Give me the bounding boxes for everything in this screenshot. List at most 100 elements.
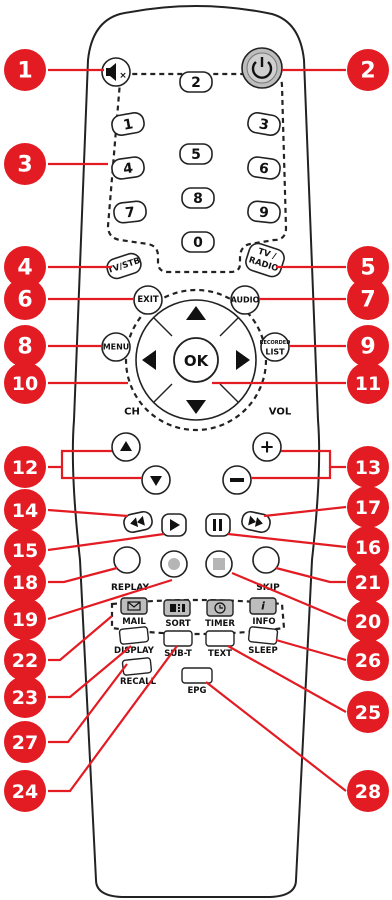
volume-down-button[interactable] bbox=[222, 465, 252, 495]
minus-icon bbox=[230, 478, 244, 482]
callout-number: 10 bbox=[12, 373, 38, 395]
exit-button[interactable]: EXIT bbox=[133, 285, 163, 315]
digit-key-9[interactable]: 9 bbox=[247, 200, 281, 224]
callout-1: 1 bbox=[4, 49, 46, 91]
digit-key-label: 9 bbox=[258, 205, 269, 222]
channel-up-button[interactable] bbox=[111, 432, 141, 462]
sort-button[interactable] bbox=[163, 599, 191, 617]
callout-number: 21 bbox=[355, 572, 381, 594]
epg-button[interactable] bbox=[181, 667, 213, 684]
callout-28: 28 bbox=[347, 770, 389, 812]
callout-number: 11 bbox=[355, 373, 381, 395]
callout-number: 16 bbox=[355, 537, 381, 559]
callout-number: 6 bbox=[17, 288, 32, 313]
callout-number: 20 bbox=[355, 611, 381, 633]
callout-10: 10 bbox=[4, 362, 46, 404]
replay-button[interactable] bbox=[113, 546, 141, 574]
callout-27: 27 bbox=[4, 721, 46, 763]
record-icon bbox=[168, 558, 180, 570]
text-label: TEXT bbox=[208, 649, 232, 659]
callout-6: 6 bbox=[4, 278, 46, 320]
info-button[interactable]: i bbox=[249, 597, 277, 615]
audio-label: AUDIO bbox=[231, 296, 260, 305]
callout-number: 3 bbox=[17, 153, 32, 178]
menu-button[interactable]: MENU bbox=[101, 332, 131, 362]
menu-label: MENU bbox=[103, 343, 130, 352]
callout-number: 13 bbox=[355, 457, 381, 479]
digit-key-8[interactable]: 8 bbox=[181, 187, 215, 209]
timer-button[interactable] bbox=[206, 599, 234, 617]
callout-number: 22 bbox=[12, 650, 38, 672]
recall-button[interactable] bbox=[121, 657, 153, 676]
mail-label: MAIL bbox=[122, 617, 146, 627]
digit-key-label: 5 bbox=[191, 147, 201, 163]
play-button[interactable] bbox=[161, 513, 187, 537]
callout-20: 20 bbox=[347, 600, 389, 642]
sort-label: SORT bbox=[165, 619, 191, 629]
pause-button[interactable] bbox=[205, 513, 231, 537]
exit-label: EXIT bbox=[137, 295, 159, 305]
callout-11: 11 bbox=[347, 362, 389, 404]
callout-25: 25 bbox=[347, 691, 389, 733]
digit-key-label: 0 bbox=[193, 235, 203, 251]
sub-t-button[interactable] bbox=[163, 630, 193, 647]
recorded-label-1: RECORDED bbox=[260, 340, 291, 346]
callout-19: 19 bbox=[4, 598, 46, 640]
display-button[interactable] bbox=[118, 626, 150, 645]
info-label: INFO bbox=[252, 617, 275, 627]
callout-number: 24 bbox=[12, 781, 38, 803]
callout-number: 25 bbox=[355, 702, 381, 724]
power-button[interactable] bbox=[241, 47, 283, 89]
text-button[interactable] bbox=[205, 630, 235, 647]
digit-key-label: 2 bbox=[191, 75, 201, 91]
callout-number: 4 bbox=[17, 256, 32, 281]
timer-label: TIMER bbox=[205, 619, 235, 629]
callout-number: 14 bbox=[12, 500, 38, 522]
callout-18: 18 bbox=[4, 561, 46, 603]
mute-x: × bbox=[119, 71, 127, 81]
callout-8: 8 bbox=[4, 325, 46, 367]
mute-button[interactable]: × bbox=[101, 57, 131, 87]
ok-button[interactable]: OK bbox=[173, 337, 219, 383]
sleep-button[interactable] bbox=[247, 626, 279, 645]
vol-label: VOL bbox=[269, 407, 292, 418]
recorded-label-2: LIST bbox=[265, 348, 285, 357]
digit-key-label: 8 bbox=[193, 191, 203, 207]
callout-number: 17 bbox=[355, 497, 381, 519]
callout-number: 12 bbox=[12, 457, 38, 479]
recorded-list-button[interactable]: RECORDED LIST bbox=[260, 332, 291, 362]
callout-number: 23 bbox=[12, 687, 38, 709]
digit-key-0[interactable]: 0 bbox=[181, 231, 215, 253]
audio-button[interactable]: AUDIO bbox=[230, 285, 260, 315]
callout-14: 14 bbox=[4, 489, 46, 531]
callout-12: 12 bbox=[4, 446, 46, 488]
callout-7: 7 bbox=[347, 278, 389, 320]
skip-button[interactable] bbox=[252, 546, 280, 574]
record-button[interactable] bbox=[160, 550, 188, 578]
volume-up-button[interactable]: + bbox=[252, 432, 282, 462]
sleep-label: SLEEP bbox=[248, 646, 277, 656]
digit-key-7[interactable]: 7 bbox=[113, 200, 147, 224]
mail-button[interactable] bbox=[120, 597, 148, 615]
stop-button[interactable] bbox=[205, 550, 233, 578]
channel-down-button[interactable] bbox=[141, 465, 171, 495]
callout-number: 9 bbox=[360, 335, 375, 360]
callout-number: 7 bbox=[360, 288, 375, 313]
callout-9: 9 bbox=[347, 325, 389, 367]
callout-22: 22 bbox=[4, 639, 46, 681]
digit-key-label: 7 bbox=[124, 205, 135, 222]
callout-26: 26 bbox=[347, 639, 389, 681]
callout-21: 21 bbox=[347, 561, 389, 603]
callout-number: 8 bbox=[17, 335, 32, 360]
callout-number: 15 bbox=[12, 540, 38, 562]
digit-key-2[interactable]: 2 bbox=[179, 71, 213, 93]
callout-number: 1 bbox=[17, 59, 32, 84]
callout-2: 2 bbox=[347, 49, 389, 91]
ok-label: OK bbox=[184, 352, 210, 370]
callout-number: 19 bbox=[12, 609, 38, 631]
digit-key-5[interactable]: 5 bbox=[179, 143, 213, 165]
remote-control-diagram: × 1234567890 TV/STB TV / RADIO OK EXIT A… bbox=[4, 5, 389, 898]
callout-23: 23 bbox=[4, 676, 46, 718]
callout-3: 3 bbox=[4, 143, 46, 185]
callout-17: 17 bbox=[347, 486, 389, 528]
